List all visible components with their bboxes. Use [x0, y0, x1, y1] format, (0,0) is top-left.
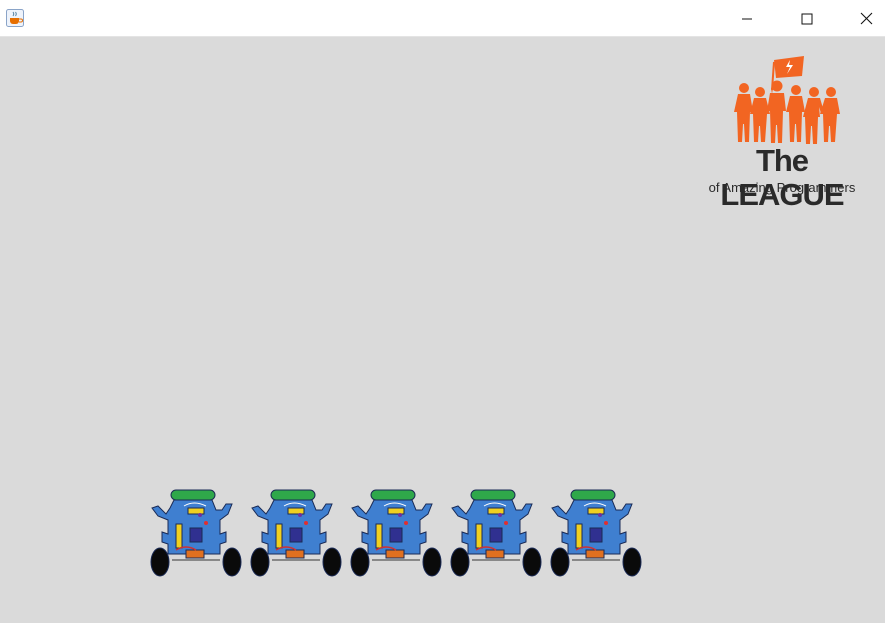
robot-sprite[interactable]: [346, 488, 446, 588]
close-button[interactable]: [843, 0, 885, 37]
close-icon: [860, 12, 872, 25]
minimize-button[interactable]: [724, 0, 770, 37]
java-cup-icon[interactable]: [6, 9, 24, 27]
robot-sprite[interactable]: [446, 488, 546, 588]
maximize-icon: [801, 13, 813, 24]
logo-title: The LEAGUE: [720, 143, 844, 212]
title-bar: [0, 0, 885, 37]
maximize-button[interactable]: [784, 0, 830, 37]
robot-sprite[interactable]: [546, 488, 646, 588]
logo-subtitle: of Amazing Programmers: [708, 180, 856, 195]
game-canvas[interactable]: The LEAGUE of Amazing Programmers: [0, 38, 885, 623]
robot-sprite[interactable]: [146, 488, 246, 588]
robot-row: [146, 488, 666, 588]
league-logo: The LEAGUE of Amazing Programmers: [694, 54, 870, 212]
league-silhouettes-graphic: [734, 56, 840, 144]
minimize-icon: [742, 18, 752, 19]
robot-sprite[interactable]: [246, 488, 346, 588]
